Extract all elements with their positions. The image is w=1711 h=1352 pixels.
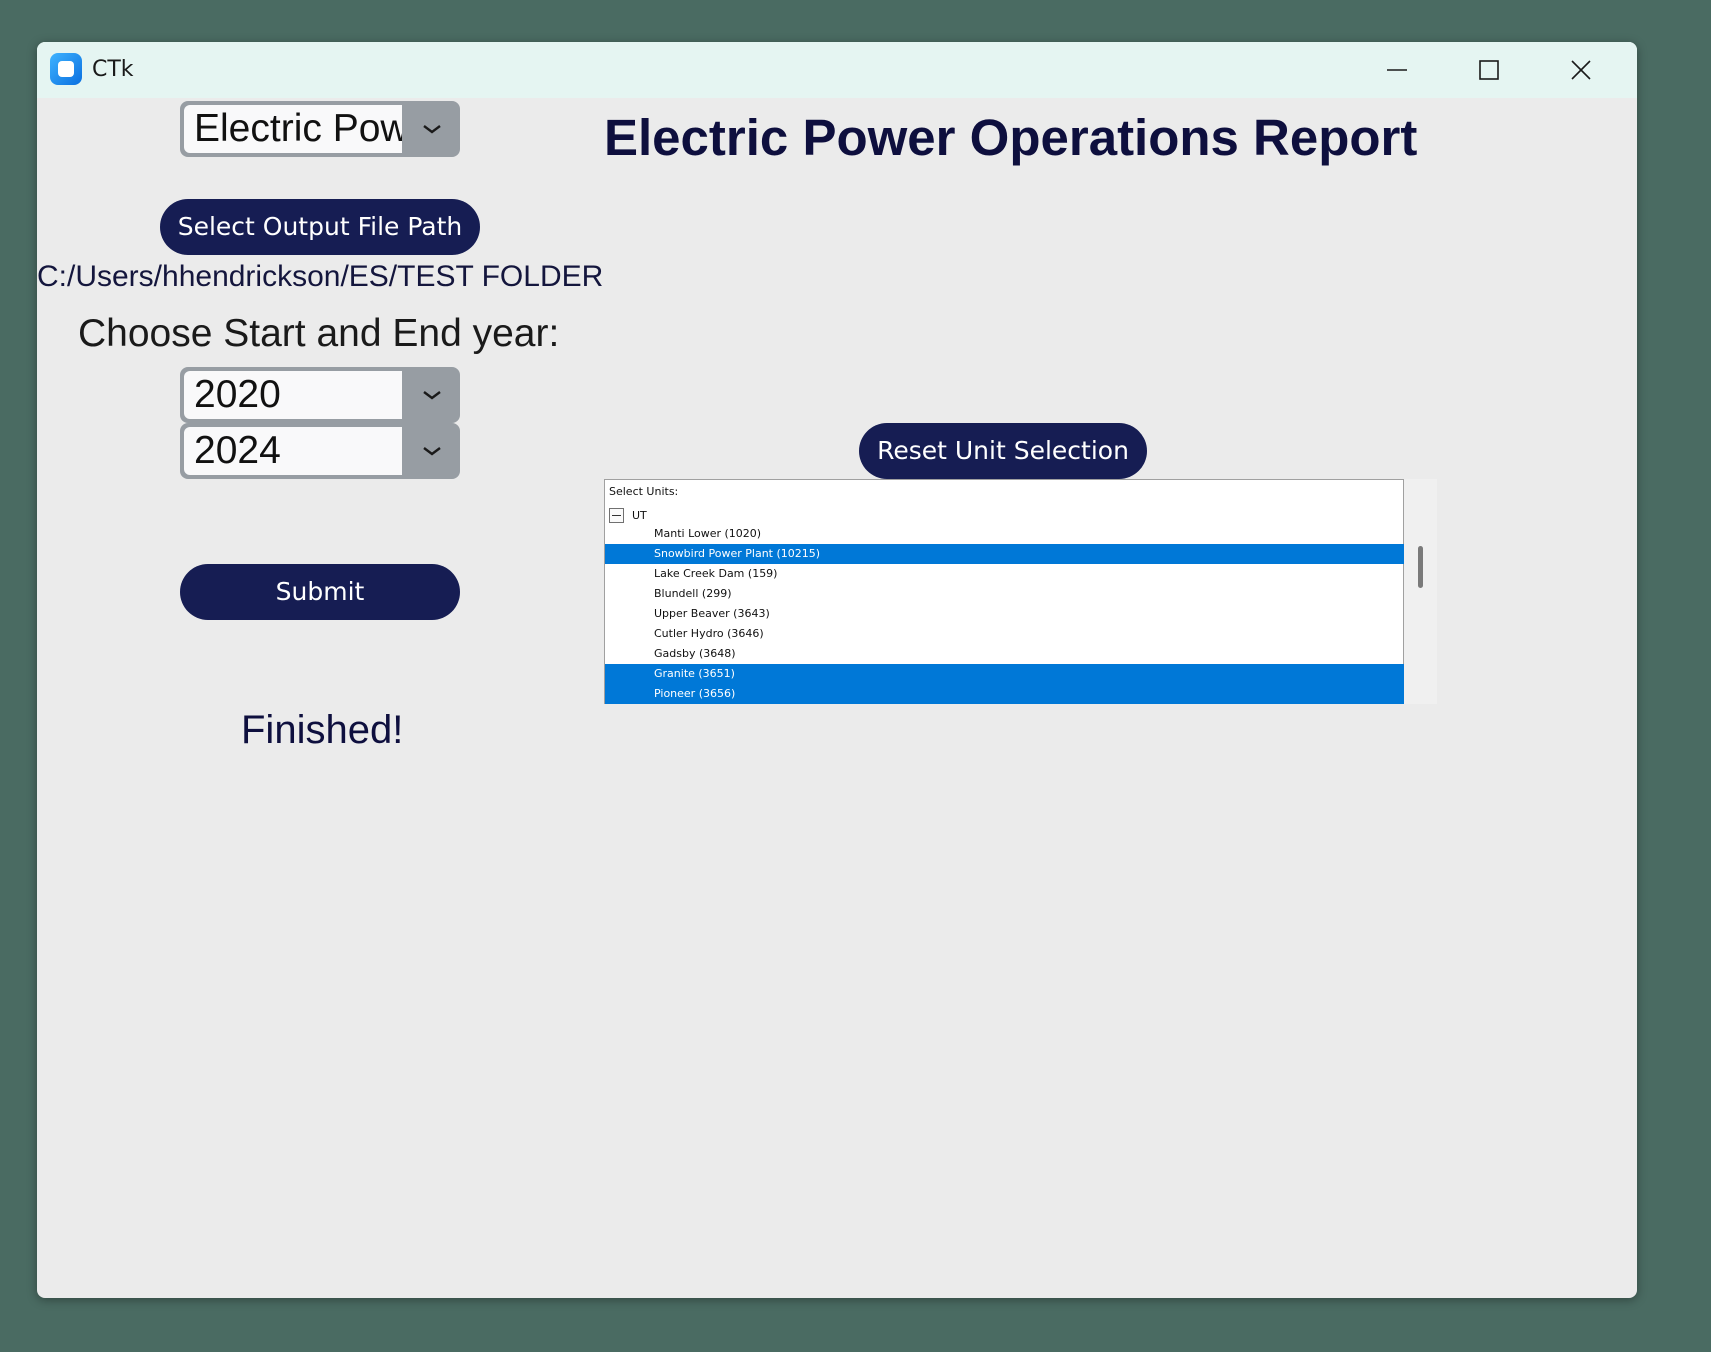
output-path-label: C:/Users/hhendrickson/ES/TEST FOLDER (37, 260, 604, 293)
tree-node-ut[interactable]: UT (609, 505, 647, 525)
chevron-down-icon (423, 391, 441, 400)
start-year-dropdown-button[interactable] (404, 367, 460, 423)
report-type-dropdown-button[interactable] (404, 101, 460, 157)
tree-item[interactable]: Granite (3651) (605, 664, 1404, 684)
chevron-down-icon (423, 447, 441, 456)
report-type-select[interactable]: Electric Power Operations Report (180, 101, 460, 157)
collapse-minus-icon[interactable] (609, 507, 624, 523)
end-year-value[interactable]: 2024 (184, 427, 402, 475)
close-icon (1571, 60, 1591, 80)
tree-item[interactable]: Lake Creek Dam (159) (605, 564, 1404, 584)
tree-item[interactable]: Pioneer (3656) (605, 684, 1404, 704)
tree-item[interactable]: Cutler Hydro (3646) (605, 624, 1404, 644)
units-tree-header: Select Units: (609, 485, 679, 498)
tree-item[interactable]: Manti Lower (1020) (605, 524, 1404, 544)
units-tree-scrollbar[interactable] (1404, 479, 1437, 704)
maximize-icon (1479, 60, 1499, 80)
reset-unit-selection-button[interactable]: Reset Unit Selection (859, 423, 1147, 479)
page-title: Electric Power Operations Report (604, 109, 1418, 166)
end-year-select[interactable]: 2024 (180, 423, 460, 479)
tree-item[interactable]: Blundell (299) (605, 584, 1404, 604)
tree-node-ut-label: UT (632, 508, 647, 522)
maximize-button[interactable] (1443, 42, 1535, 98)
report-type-value[interactable]: Electric Power Operations Report (184, 105, 402, 153)
status-message: Finished! (241, 708, 404, 752)
units-tree[interactable]: Select Units: UT Manti Lower (1020) Snowb… (604, 479, 1404, 704)
title-bar[interactable]: CTk (37, 42, 1637, 98)
start-year-select[interactable]: 2020 (180, 367, 460, 423)
tree-item[interactable]: Upper Beaver (3643) (605, 604, 1404, 624)
year-range-label: Choose Start and End year: (78, 312, 560, 355)
app-window: CTk Electric Power Operations Report (37, 42, 1637, 1298)
end-year-dropdown-button[interactable] (404, 423, 460, 479)
minimize-icon (1387, 69, 1407, 71)
start-year-value[interactable]: 2020 (184, 371, 402, 419)
app-icon (50, 53, 82, 85)
window-title: CTk (92, 57, 134, 82)
tree-item[interactable]: Gadsby (3648) (605, 644, 1404, 664)
close-button[interactable] (1535, 42, 1627, 98)
submit-button[interactable]: Submit (180, 564, 460, 620)
minimize-button[interactable] (1351, 42, 1443, 98)
chevron-down-icon (423, 125, 441, 134)
units-tree-items: Manti Lower (1020) Snowbird Power Plant (… (605, 524, 1404, 704)
main-content: Electric Power Operations Report Select … (37, 98, 1637, 1298)
select-output-path-button[interactable]: Select Output File Path (160, 199, 480, 255)
scrollbar-thumb[interactable] (1418, 546, 1423, 588)
tree-item[interactable]: Snowbird Power Plant (10215) (605, 544, 1404, 564)
